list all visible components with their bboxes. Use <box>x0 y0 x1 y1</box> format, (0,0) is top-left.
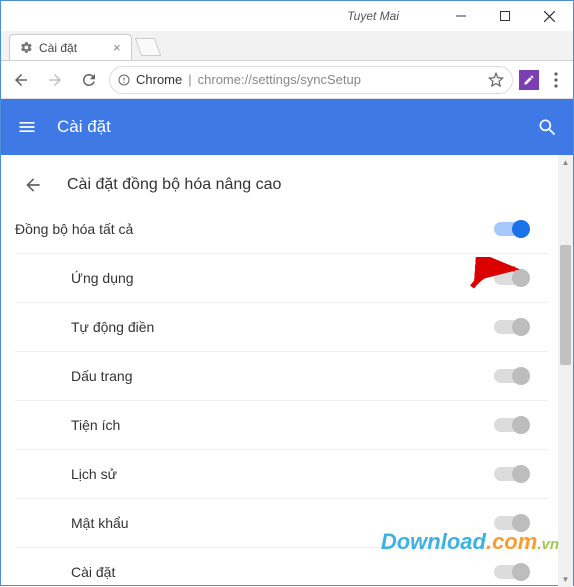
sync-item-row: Tiện ích <box>15 400 548 449</box>
settings-appbar: Cài đặt <box>1 99 573 155</box>
window-minimize-button[interactable] <box>439 2 483 30</box>
search-icon[interactable] <box>537 117 557 137</box>
vertical-scrollbar[interactable]: ▲ ▼ <box>558 155 573 587</box>
secure-icon <box>118 74 130 86</box>
scroll-up-arrow[interactable]: ▲ <box>558 155 573 170</box>
page-back-button[interactable] <box>23 175 43 195</box>
window-close-button[interactable] <box>527 2 571 30</box>
hamburger-icon[interactable] <box>17 117 37 137</box>
sync-item-label: Tiện ích <box>71 417 120 433</box>
sync-all-row: Đồng bộ hóa tất cả <box>9 205 548 253</box>
sync-item-row: Lịch sử <box>15 449 548 498</box>
sync-item-label: Lịch sử <box>71 466 117 482</box>
gear-icon <box>20 41 33 54</box>
sync-item-label: Dấu trang <box>71 368 132 384</box>
sync-item-row: Ứng dụng <box>15 253 548 302</box>
sync-item-toggle-history[interactable] <box>494 467 528 481</box>
sync-item-label: Cài đặt <box>71 564 115 580</box>
sync-item-label: Ứng dụng <box>71 270 134 286</box>
settings-content: Cài đặt đồng bộ hóa nâng cao Đồng bộ hóa… <box>1 155 558 587</box>
sync-all-label: Đồng bộ hóa tất cả <box>15 221 133 237</box>
scroll-down-arrow[interactable]: ▼ <box>558 572 573 587</box>
sync-item-toggle-bookmarks[interactable] <box>494 369 528 383</box>
sync-all-toggle[interactable] <box>494 222 528 236</box>
url-origin: Chrome <box>136 72 182 87</box>
appbar-title: Cài đặt <box>57 117 537 137</box>
sync-item-toggle-passwords[interactable] <box>494 516 528 530</box>
tab-close-icon[interactable]: × <box>113 40 121 55</box>
forward-button[interactable] <box>41 66 69 94</box>
window-titlebar: Tuyet Mai <box>1 1 573 31</box>
browser-tab[interactable]: Cài đặt × <box>9 34 132 60</box>
window-username: Tuyet Mai <box>347 9 399 23</box>
sync-item-label: Tự động điền <box>71 319 154 335</box>
scrollbar-thumb[interactable] <box>560 245 571 365</box>
bookmark-star-icon[interactable] <box>488 72 504 88</box>
url-path: chrome://settings/syncSetup <box>198 72 361 87</box>
sync-item-label: Mật khẩu <box>71 515 129 531</box>
sync-item-row: Tự động điền <box>15 302 548 351</box>
page-title: Cài đặt đồng bộ hóa nâng cao <box>67 176 281 194</box>
browser-menu-button[interactable] <box>545 72 567 88</box>
page-header: Cài đặt đồng bộ hóa nâng cao <box>9 155 548 205</box>
address-bar[interactable]: Chrome | chrome://settings/syncSetup <box>109 66 513 94</box>
reload-button[interactable] <box>75 66 103 94</box>
sync-item-toggle-extensions[interactable] <box>494 418 528 432</box>
sync-item-row: Dấu trang <box>15 351 548 400</box>
tab-title: Cài đặt <box>39 41 77 55</box>
new-tab-button[interactable] <box>134 38 161 56</box>
back-button[interactable] <box>7 66 35 94</box>
browser-toolbar: Chrome | chrome://settings/syncSetup <box>1 61 573 99</box>
sync-item-row: Mật khẩu <box>15 498 548 547</box>
sync-item-toggle-autofill[interactable] <box>494 320 528 334</box>
window-maximize-button[interactable] <box>483 2 527 30</box>
sync-item-toggle-apps[interactable] <box>494 271 528 285</box>
browser-tabstrip: Cài đặt × <box>1 31 573 61</box>
sync-item-row: Cài đặt <box>15 547 548 587</box>
sync-item-toggle-settings[interactable] <box>494 565 528 579</box>
extension-icon[interactable] <box>519 70 539 90</box>
